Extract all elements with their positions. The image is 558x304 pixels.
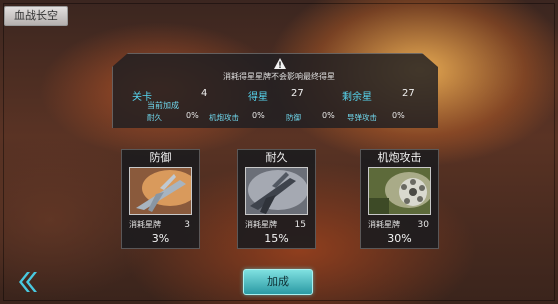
card-cost-value: 15 bbox=[294, 220, 306, 230]
add-bonus-label: 加成 bbox=[267, 275, 289, 288]
stat-label-remaining: 剩余星 bbox=[342, 92, 372, 103]
warning-icon bbox=[274, 58, 286, 69]
bonus-label-defense: 防御 bbox=[286, 113, 301, 122]
stat-value-level: 4 bbox=[201, 88, 208, 99]
card-defense[interactable]: 防御 消耗星牌 3 3% bbox=[121, 149, 200, 249]
card-title: 机炮攻击 bbox=[377, 151, 422, 164]
stat-label-stars: 得星 bbox=[248, 92, 268, 103]
card-image-defense bbox=[129, 167, 192, 215]
add-bonus-button[interactable]: 加成 bbox=[243, 269, 313, 295]
card-cost-label: 消耗星牌 bbox=[129, 220, 161, 229]
card-cost-label: 消耗星牌 bbox=[368, 220, 400, 229]
card-image-durability bbox=[245, 167, 308, 215]
card-percent: 15% bbox=[264, 232, 289, 245]
bonus-value-cannon: 0% bbox=[252, 111, 265, 120]
card-percent: 3% bbox=[151, 232, 170, 245]
card-durability[interactable]: 耐久 消耗星牌 15 15% bbox=[237, 149, 316, 249]
card-cannon-attack[interactable]: 机炮攻击 消耗星牌 30 30% bbox=[360, 149, 439, 249]
current-bonus-label: 当前加成 bbox=[147, 101, 179, 110]
card-cost-value: 3 bbox=[184, 220, 190, 230]
card-image-cannon bbox=[368, 167, 431, 215]
bonus-value-defense: 0% bbox=[322, 111, 335, 120]
card-cost-label: 消耗星牌 bbox=[245, 220, 277, 229]
stat-value-remaining: 27 bbox=[402, 88, 415, 99]
title-text: 血战长空 bbox=[14, 9, 58, 22]
title-tab: 血战长空 bbox=[4, 6, 68, 26]
card-cost-value: 30 bbox=[417, 220, 429, 230]
stat-value-stars: 27 bbox=[291, 88, 304, 99]
notice-text: 消耗得星星牌不会影响最终得星 bbox=[223, 72, 335, 81]
bonus-label-cannon: 机炮攻击 bbox=[209, 113, 239, 122]
card-title: 防御 bbox=[149, 151, 172, 164]
card-percent: 30% bbox=[387, 232, 412, 245]
back-chevron-icon[interactable] bbox=[15, 271, 37, 293]
bonus-value-durability: 0% bbox=[186, 111, 199, 120]
bonus-value-missile: 0% bbox=[392, 111, 405, 120]
card-title: 耐久 bbox=[265, 151, 288, 164]
bonus-label-durability: 耐久 bbox=[147, 113, 162, 122]
bonus-label-missile: 导弹攻击 bbox=[347, 113, 377, 122]
